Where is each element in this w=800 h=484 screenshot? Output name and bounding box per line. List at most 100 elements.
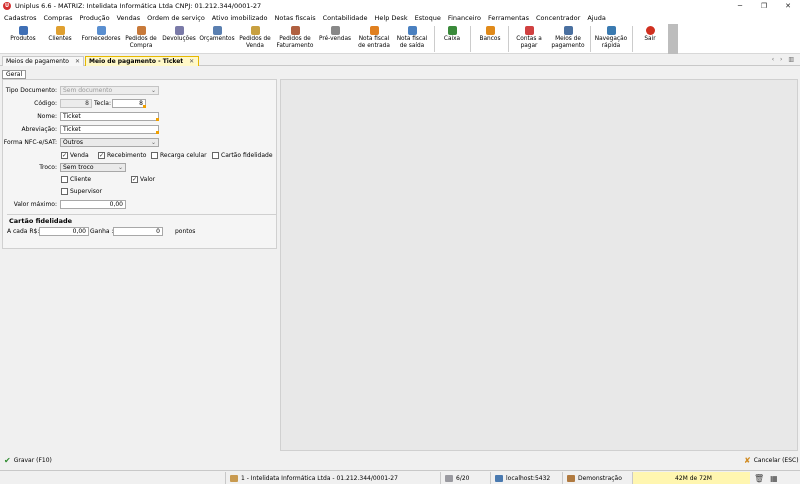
toolbar-orcamentos-button[interactable]: Orçamentos <box>198 24 236 53</box>
menu-ajuda[interactable]: Ajuda <box>587 14 605 22</box>
ganha-field[interactable]: 0 <box>113 227 163 236</box>
grid-icon[interactable]: ▦ <box>770 474 778 483</box>
toolbar-pedidos-venda-button[interactable]: Pedidos de Venda <box>238 24 272 53</box>
cancelar-button[interactable]: ✘ Cancelar (ESC) <box>744 456 799 465</box>
maximize-button[interactable]: ❐ <box>752 0 776 12</box>
menu-ferramentas[interactable]: Ferramentas <box>488 14 529 22</box>
close-window-button[interactable]: ✕ <box>776 0 800 12</box>
menu-financeiro[interactable]: Financeiro <box>448 14 481 22</box>
check-icon: ✔ <box>4 456 11 465</box>
note-out-icon <box>407 26 417 35</box>
power-icon <box>645 26 655 35</box>
toolbar-pedidos-faturamento-button[interactable]: Pedidos de Faturamento <box>274 24 316 53</box>
memory-indicator[interactable]: 42M de 72M <box>632 472 750 484</box>
toolbar-label: Fornecedores <box>81 36 121 42</box>
nome-field[interactable]: Ticket <box>60 112 159 121</box>
person-icon <box>55 26 65 35</box>
tab-meio-de-pagamento-ticket[interactable]: Meio de pagamento - Ticket ✕ <box>85 56 199 66</box>
troco-select[interactable]: Sem troco ⌄ <box>60 163 126 172</box>
toolbar-fornecedores-button[interactable]: Fornecedores <box>78 24 124 53</box>
codigo-field[interactable]: 8 <box>60 99 92 108</box>
valor-maximo-field[interactable]: 0,00 <box>60 200 126 209</box>
trash-icon[interactable]: 🗑 <box>754 474 764 483</box>
box-icon <box>18 26 28 35</box>
toolbar-caixa-button[interactable]: Caixa <box>440 24 464 53</box>
venda-checkbox[interactable]: ✓ Venda <box>61 152 89 159</box>
close-tab-icon[interactable]: ✕ <box>75 58 80 65</box>
status-server: localhost:5432 <box>490 472 562 484</box>
menu-notas-fiscais[interactable]: Notas fiscais <box>275 14 316 22</box>
cart-icon <box>330 26 340 35</box>
toolbar-navegacao-rapida-button[interactable]: Navegação rápida <box>592 24 630 53</box>
toolbar-label: Clientes <box>48 36 72 42</box>
cancel-x-icon: ✘ <box>744 456 751 465</box>
toolbar-label: Contas a pagar <box>516 36 542 49</box>
recarga-celular-checkbox[interactable]: Recarga celular <box>151 152 207 159</box>
tab-meios-de-pagamento[interactable]: Meios de pagamento ✕ <box>2 56 84 66</box>
recebimento-label: Recebimento <box>107 152 147 159</box>
tab-geral[interactable]: Geral <box>2 70 27 79</box>
chevron-down-icon: ⌄ <box>150 87 156 94</box>
document-tab-bar: Meios de pagamento ✕ Meio de pagamento -… <box>0 55 800 66</box>
cashbox-icon <box>447 26 457 35</box>
toolbar-sair-button[interactable]: Sair <box>638 24 662 53</box>
valor-checkbox[interactable]: ✓ Valor <box>131 176 155 183</box>
status-user: Demonstração <box>562 472 632 484</box>
toolbar-scroll-handle[interactable] <box>668 24 678 54</box>
toolbar-pre-vendas-button[interactable]: Pré-vendas <box>318 24 352 53</box>
tecla-field[interactable]: 8 <box>112 99 146 108</box>
a-cada-field[interactable]: 0,00 <box>39 227 89 236</box>
unchecked-box-icon <box>61 176 68 183</box>
nome-label: Nome: <box>37 113 57 120</box>
supervisor-checkbox[interactable]: Supervisor <box>61 188 102 195</box>
toolbar-label: Pedidos de Faturamento <box>276 36 314 49</box>
cliente-checkbox[interactable]: Cliente <box>61 176 91 183</box>
valor-maximo-label: Valor máximo: <box>13 201 57 208</box>
menu-producao[interactable]: Produção <box>79 14 109 22</box>
toolbar-nf-entrada-button[interactable]: Nota fiscal de entrada <box>356 24 392 53</box>
venda-label: Venda <box>70 152 89 159</box>
tab-navigation-icons[interactable]: ‹ › ▥ <box>772 56 796 63</box>
gravar-button[interactable]: ✔ Gravar (F10) <box>4 456 52 465</box>
toolbar-clientes-button[interactable]: Clientes <box>44 24 76 53</box>
toolbar-meios-pagamento-button[interactable]: Meios de pagamento <box>548 24 588 53</box>
abreviacao-label: Abreviação: <box>21 126 57 133</box>
minimize-button[interactable]: ─ <box>728 0 752 12</box>
forma-nfce-label: Forma NFC-e/SAT: <box>3 139 57 146</box>
close-tab-icon[interactable]: ✕ <box>189 58 194 65</box>
toolbar-pedidos-compra-button[interactable]: Pedidos de Compra <box>125 24 157 53</box>
cartao-fidelidade-checkbox[interactable]: Cartão fidelidade <box>212 152 273 159</box>
note-in-icon <box>369 26 379 35</box>
page-icon <box>445 474 453 482</box>
toolbar-nf-saida-button[interactable]: Nota fiscal de saída <box>394 24 430 53</box>
order-icon <box>250 26 260 35</box>
cartao-fidelidade-label: Cartão fidelidade <box>221 152 273 159</box>
user-icon <box>567 474 575 482</box>
menu-cadastros[interactable]: Cadastros <box>4 14 36 22</box>
forma-nfce-select[interactable]: Outros ⌄ <box>60 138 159 147</box>
menu-ordem-servico[interactable]: Ordem de serviço <box>147 14 205 22</box>
menu-estoque[interactable]: Estoque <box>415 14 441 22</box>
abreviacao-field[interactable]: Ticket <box>60 125 159 134</box>
menu-ativo-imobilizado[interactable]: Ativo imobilizado <box>212 14 268 22</box>
status-server-text: localhost:5432 <box>506 474 551 482</box>
menu-help-desk[interactable]: Help Desk <box>375 14 408 22</box>
toolbar-contas-pagar-button[interactable]: Contas a pagar <box>512 24 546 53</box>
toolbar-produtos-button[interactable]: Produtos <box>4 24 42 53</box>
memory-text: 42M de 72M <box>675 474 712 482</box>
recebimento-checkbox[interactable]: ✓ Recebimento <box>98 152 146 159</box>
menu-vendas[interactable]: Vendas <box>117 14 141 22</box>
unchecked-box-icon <box>151 152 158 159</box>
toolbar-bancos-button[interactable]: Bancos <box>476 24 504 53</box>
menu-compras[interactable]: Compras <box>43 14 72 22</box>
status-tools: 🗑 ▦ <box>750 472 798 484</box>
pontos-label: pontos <box>175 228 196 235</box>
menu-concentrador[interactable]: Concentrador <box>536 14 580 22</box>
toolbar-label: Orçamentos <box>199 36 235 42</box>
bank-icon <box>485 26 495 35</box>
tipo-documento-select[interactable]: Sem documento ⌄ <box>60 86 159 95</box>
menu-contabilidade[interactable]: Contabilidade <box>323 14 368 22</box>
cartao-fidelidade-section-title: Cartão fidelidade <box>9 217 73 225</box>
invoice-icon <box>290 26 300 35</box>
toolbar-devolucoes-button[interactable]: Devoluções <box>160 24 198 53</box>
